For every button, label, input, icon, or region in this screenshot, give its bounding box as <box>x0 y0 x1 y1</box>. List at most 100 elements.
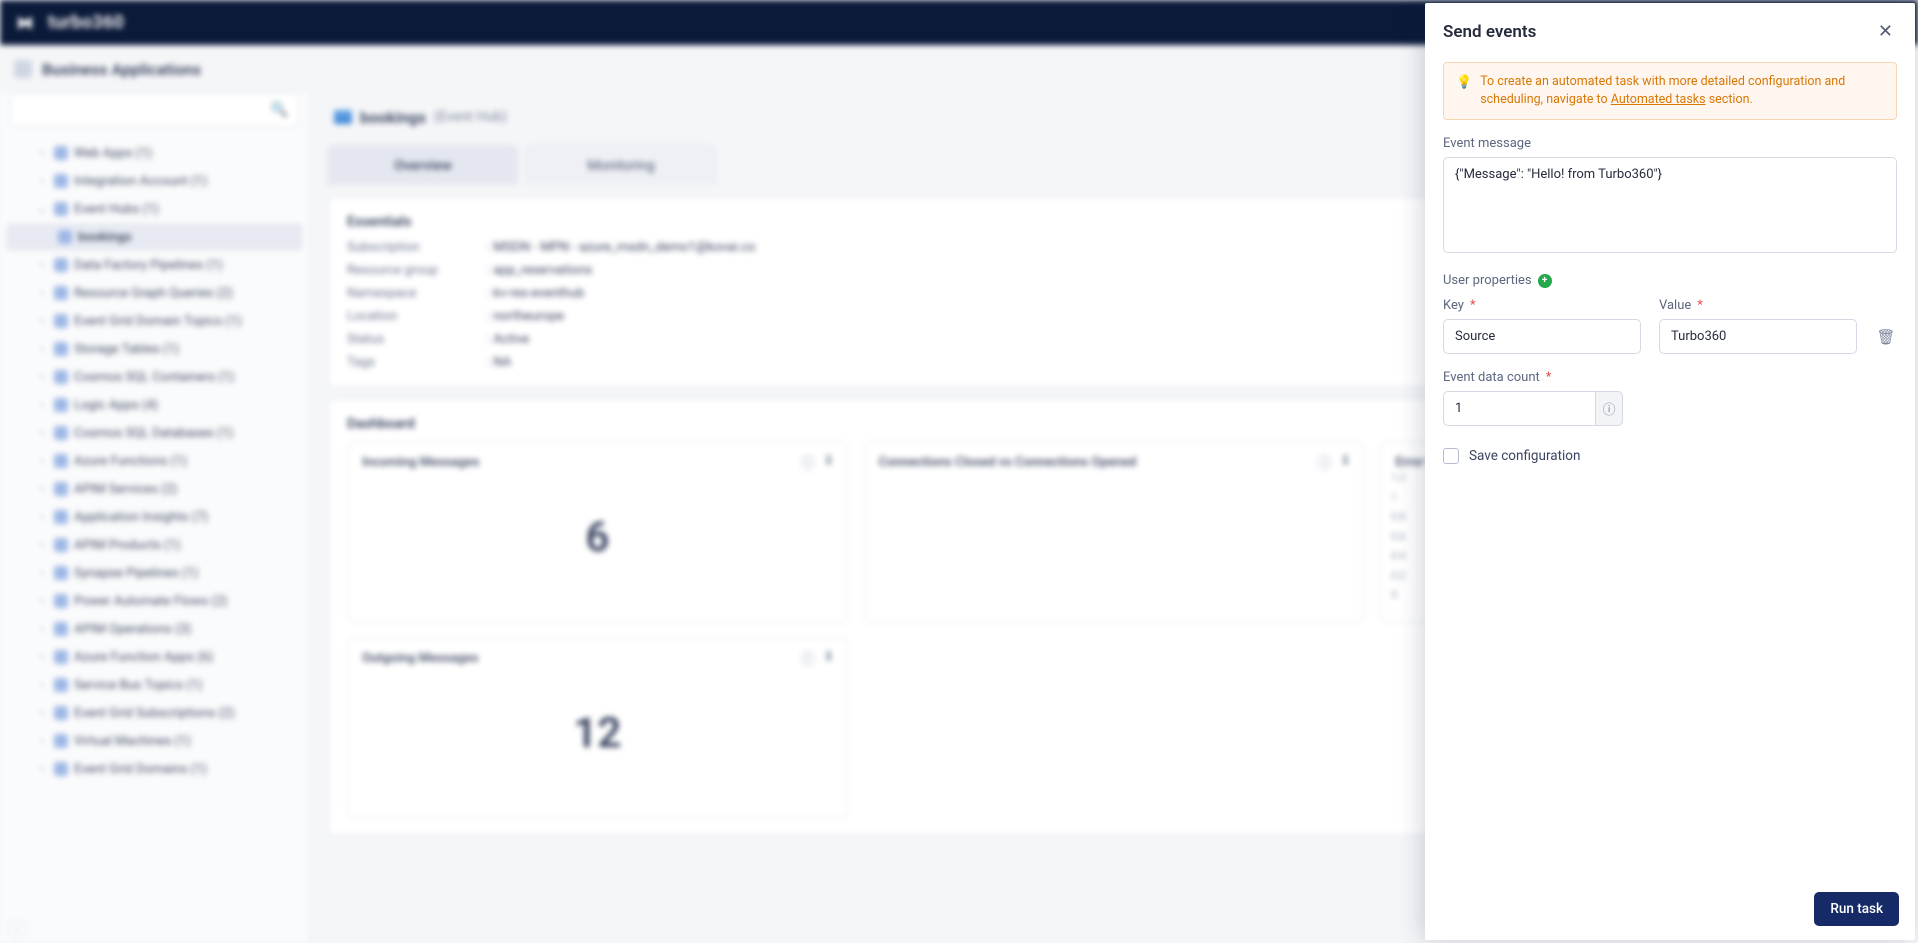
sidebar-item[interactable]: ›Azure Function Apps (6) <box>6 643 303 671</box>
card-title: Connections Closed vs Connections Opened <box>879 455 1350 470</box>
chevron-icon: › <box>36 652 48 663</box>
sidebar-item[interactable]: › APIM Operations (3) <box>6 615 303 643</box>
info-banner: 💡 To create an automated task with more … <box>1443 62 1897 120</box>
sidebar-item[interactable]: › Cosmos SQL Containers (1) <box>6 363 303 391</box>
essentials-key: Location <box>347 309 477 324</box>
delete-property-icon[interactable]: 🗑 <box>1875 328 1897 354</box>
count-info-icon[interactable]: ⓘ <box>1596 391 1623 426</box>
close-icon[interactable]: ✕ <box>1874 17 1897 46</box>
resource-type-icon <box>54 314 68 328</box>
resource-type-icon <box>54 650 68 664</box>
download-icon[interactable]: ⬇ <box>823 453 835 473</box>
sidebar-item[interactable]: ⌄Event Hubs (1) <box>6 195 303 223</box>
essentials-value: NA <box>487 355 755 370</box>
download-icon[interactable]: ⬇ <box>1340 453 1352 473</box>
sidebar-item[interactable]: ›Web Apps (1) <box>6 139 303 167</box>
resource-type-icon <box>54 454 68 468</box>
sidebar-item[interactable]: ›Application Insights (7) <box>6 503 303 531</box>
card-title: Outgoing Messages <box>362 651 833 666</box>
sidebar-item-label: Azure Functions (1) <box>74 454 187 469</box>
chevron-icon: › <box>36 624 48 635</box>
essentials-key: Status <box>347 332 477 347</box>
resource-type-icon <box>54 706 68 720</box>
sidebar-item[interactable]: ›Power Automate Flows (2) <box>6 587 303 615</box>
sidebar-item-label: APIM Products (1) <box>74 538 180 553</box>
sidebar-item-label: Service Bus Topics (1) <box>74 678 202 693</box>
chevron-icon: › <box>36 680 48 691</box>
sidebar-collapse-row: ‹ <box>0 915 309 943</box>
sidebar-item[interactable]: ›APIM Products (1) <box>6 531 303 559</box>
key-input[interactable] <box>1443 319 1641 354</box>
info-icon[interactable]: ⓘ <box>801 453 815 473</box>
essentials-value: MSDN - MPN - azure_msdn_demo1@kovai.co <box>487 240 755 255</box>
chevron-icon: › <box>36 764 48 775</box>
axis-tick: 1.2 <box>1391 473 1405 484</box>
download-icon[interactable]: ⬇ <box>823 649 835 669</box>
axis-tick: 0.8 <box>1391 512 1405 523</box>
info-text: To create an automated task with more de… <box>1480 73 1884 109</box>
brand-logo-icon <box>14 12 36 34</box>
sidebar-item[interactable]: › Service Bus Topics (1) <box>6 671 303 699</box>
sidebar-item[interactable]: ›Virtual Machines (1) <box>6 727 303 755</box>
resource-tree: ›Web Apps (1)›Integration Account (1)⌄Ev… <box>0 135 309 943</box>
resource-type-icon <box>54 566 68 580</box>
send-events-panel: Send events ✕ 💡 To create an automated t… <box>1425 3 1915 940</box>
sidebar-item-label: Event Grid Subscriptions (2) <box>74 706 235 721</box>
sidebar-item[interactable]: ›Integration Account (1) <box>6 167 303 195</box>
chevron-icon: › <box>36 596 48 607</box>
sidebar-search-input[interactable]: 🔍 <box>10 93 299 127</box>
info-icon[interactable]: ⓘ <box>801 649 815 669</box>
chevron-icon: › <box>36 708 48 719</box>
chevron-icon: ⌄ <box>36 204 48 215</box>
card-title: Incoming Messages <box>362 455 833 470</box>
sidebar-item[interactable]: › Event Grid Subscriptions (2) <box>6 699 303 727</box>
sidebar-item-label: Application Insights (7) <box>74 510 208 525</box>
resource-type-icon <box>54 174 68 188</box>
sidebar-item[interactable]: ›Synapse Pipelines (1) <box>6 559 303 587</box>
sidebar-item[interactable]: ›Storage Tables (1) <box>6 335 303 363</box>
resource-type-icon <box>54 594 68 608</box>
sidebar-item[interactable]: bookings <box>6 223 303 251</box>
chevron-icon: › <box>36 372 48 383</box>
user-properties-label: User properties + <box>1443 273 1897 288</box>
sidebar-item[interactable]: ›Logic Apps (4) <box>6 391 303 419</box>
sidebar-item-label: APIM Operations (3) <box>74 622 191 637</box>
sidebar-item-label: Cosmos SQL Containers (1) <box>74 370 234 385</box>
sidebar-item-label: Cosmos SQL Databases (1) <box>74 426 233 441</box>
event-message-input[interactable] <box>1443 157 1897 253</box>
automated-tasks-link[interactable]: Automated tasks <box>1611 92 1706 107</box>
sidebar-item-label: Synapse Pipelines (1) <box>74 566 198 581</box>
tab-overview[interactable]: Overview <box>328 145 518 185</box>
info-icon[interactable]: ⓘ <box>1318 453 1332 473</box>
save-config-checkbox[interactable] <box>1443 448 1459 464</box>
value-input[interactable] <box>1659 319 1857 354</box>
chevron-icon: › <box>36 736 48 747</box>
resource-type-icon <box>58 230 72 244</box>
card-connections: Connections Closed vs Connections Opened… <box>864 442 1365 622</box>
resource-type-icon <box>54 146 68 160</box>
essentials-value: Active <box>487 332 755 347</box>
card-incoming-messages: Incoming Messages ⓘ⬇ 6 <box>347 442 848 622</box>
run-task-button[interactable]: Run task <box>1814 892 1899 926</box>
stat-value: 12 <box>362 666 833 800</box>
sidebar-item[interactable]: ›APIM Services (2) <box>6 475 303 503</box>
lightbulb-icon: 💡 <box>1456 74 1472 109</box>
resource-type-icon <box>54 286 68 300</box>
sidebar-item[interactable]: ›Event Grid Domains (1) <box>6 755 303 783</box>
axis-tick: 0.2 <box>1391 571 1405 582</box>
save-config-label: Save configuration <box>1469 448 1580 464</box>
event-count-input[interactable] <box>1443 391 1596 426</box>
sidebar-item-label: APIM Services (2) <box>74 482 177 497</box>
chevron-icon: › <box>36 400 48 411</box>
tab-monitoring[interactable]: Monitoring <box>526 145 716 185</box>
panel-title: Send events <box>1443 22 1536 42</box>
collapse-sidebar-button[interactable]: ‹ <box>8 920 26 938</box>
sidebar-item[interactable]: ›Data Factory Pipelines (1) <box>6 251 303 279</box>
sidebar-item[interactable]: ›Event Grid Domain Topics (1) <box>6 307 303 335</box>
sidebar-header-title: Business Applications <box>42 60 201 79</box>
sidebar-item[interactable]: ›Cosmos SQL Databases (1) <box>6 419 303 447</box>
sidebar-item[interactable]: ›Resource Graph Queries (2) <box>6 279 303 307</box>
add-property-icon[interactable]: + <box>1538 274 1552 288</box>
sidebar-item[interactable]: ›Azure Functions (1) <box>6 447 303 475</box>
resource-type: (Event Hub) <box>434 109 507 125</box>
